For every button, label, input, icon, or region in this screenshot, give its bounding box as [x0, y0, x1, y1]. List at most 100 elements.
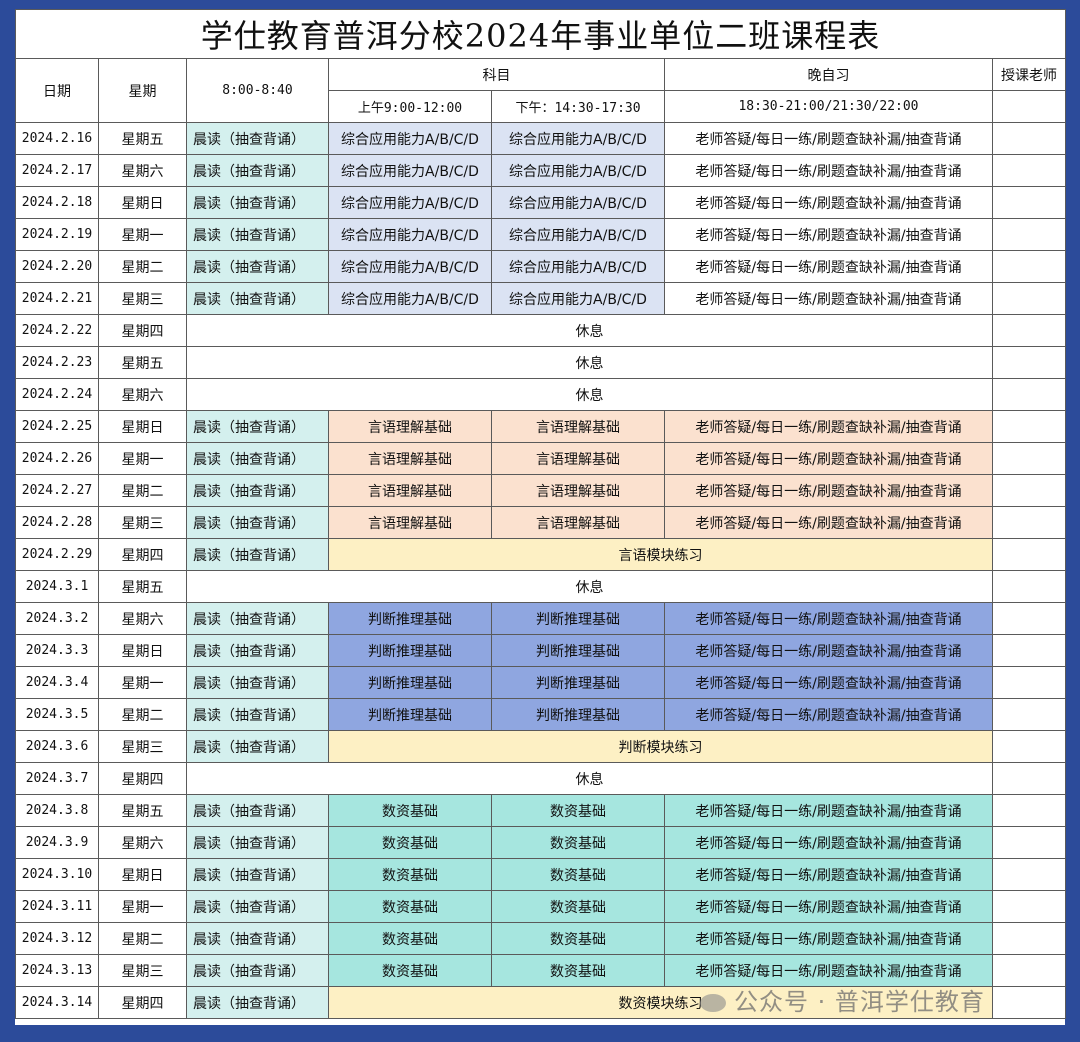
teacher-cell: [991, 538, 1067, 571]
teacher-cell: [991, 154, 1067, 187]
teacher-cell: [991, 986, 1067, 1019]
am-subject-cell: 判断推理基础: [328, 602, 492, 635]
am-subject-cell: 言语理解基础: [328, 506, 492, 539]
weekday-cell: 星期一: [98, 442, 187, 475]
date-cell: 2024.2.16: [15, 122, 99, 155]
weekday-cell: 星期二: [98, 474, 187, 507]
morning-reading-cell: 晨读（抽查背诵）: [186, 154, 329, 187]
pm-subject-cell: 数资基础: [491, 794, 665, 827]
teacher-cell: [991, 218, 1067, 251]
pm-subject-cell: 言语理解基础: [491, 410, 665, 443]
weekday-cell: 星期五: [98, 346, 187, 379]
morning-reading-cell: 晨读（抽查背诵）: [186, 442, 329, 475]
evening-study-cell: 老师答疑/每日一练/刷题查缺补漏/抽查背诵: [664, 250, 993, 283]
evening-study-cell: 老师答疑/每日一练/刷题查缺补漏/抽查背诵: [664, 858, 993, 891]
morning-reading-cell: 晨读（抽查背诵）: [186, 186, 329, 219]
pm-subject-cell: 数资基础: [491, 922, 665, 955]
table-row: 2024.2.28 星期三 晨读（抽查背诵） 言语理解基础 言语理解基础 老师答疑/每日一…: [15, 506, 1067, 539]
am-subject-cell: 判断推理基础: [328, 666, 492, 699]
weekday-cell: 星期日: [98, 634, 187, 667]
am-subject-cell: 数资基础: [328, 890, 492, 923]
am-subject-cell: 数资基础: [328, 954, 492, 987]
teacher-cell: [991, 762, 1067, 795]
evening-study-cell: 老师答疑/每日一练/刷题查缺补漏/抽查背诵: [664, 954, 993, 987]
date-cell: 2024.2.22: [15, 314, 99, 347]
teacher-cell: [991, 282, 1067, 315]
pm-subject-cell: 综合应用能力A/B/C/D: [491, 250, 665, 283]
teacher-cell: [991, 698, 1067, 731]
date-cell: 2024.2.20: [15, 250, 99, 283]
pm-subject-cell: 综合应用能力A/B/C/D: [491, 218, 665, 251]
table-row: 2024.2.22 星期四 休息: [15, 314, 1067, 347]
am-subject-cell: 数资基础: [328, 826, 492, 859]
rest-cell: 休息: [186, 570, 993, 603]
rest-cell: 休息: [186, 762, 993, 795]
morning-reading-cell: 晨读（抽查背诵）: [186, 730, 329, 763]
evening-study-cell: 老师答疑/每日一练/刷题查缺补漏/抽查背诵: [664, 218, 993, 251]
teacher-cell: [991, 730, 1067, 763]
morning-reading-cell: 晨读（抽查背诵）: [186, 666, 329, 699]
evening-study-cell: 老师答疑/每日一练/刷题查缺补漏/抽查背诵: [664, 282, 993, 315]
teacher-cell: [991, 570, 1067, 603]
date-cell: 2024.3.6: [15, 730, 99, 763]
weekday-cell: 星期三: [98, 954, 187, 987]
table-row: 2024.3.8 星期五 晨读（抽查背诵） 数资基础 数资基础 老师答疑/每日一练/刷题查…: [15, 794, 1067, 827]
date-cell: 2024.3.1: [15, 570, 99, 603]
evening-study-cell: 老师答疑/每日一练/刷题查缺补漏/抽查背诵: [664, 442, 993, 475]
rest-cell: 休息: [186, 346, 993, 379]
weekday-cell: 星期三: [98, 506, 187, 539]
table-row: 2024.3.7 星期四 休息: [15, 762, 1067, 795]
evening-study-cell: 老师答疑/每日一练/刷题查缺补漏/抽查背诵: [664, 698, 993, 731]
header-evening-time: 18:30-21:00/21:30/22:00: [664, 90, 993, 123]
weekday-cell: 星期六: [98, 826, 187, 859]
pm-subject-cell: 判断推理基础: [491, 666, 665, 699]
table-row: 2024.3.5 星期二 晨读（抽查背诵） 判断推理基础 判断推理基础 老师答疑/每日一练…: [15, 698, 1067, 731]
table-row: 2024.3.2 星期六 晨读（抽查背诵） 判断推理基础 判断推理基础 老师答疑/每日一练…: [15, 602, 1067, 635]
weekday-cell: 星期日: [98, 858, 187, 891]
pm-subject-cell: 数资基础: [491, 890, 665, 923]
header-early-time: 8:00-8:40: [186, 58, 329, 123]
date-cell: 2024.2.25: [15, 410, 99, 443]
header-subject: 科目: [328, 58, 665, 91]
pm-subject-cell: 综合应用能力A/B/C/D: [491, 186, 665, 219]
header-weekday: 星期: [98, 58, 187, 123]
am-subject-cell: 综合应用能力A/B/C/D: [328, 154, 492, 187]
am-subject-cell: 言语理解基础: [328, 410, 492, 443]
am-subject-cell: 判断推理基础: [328, 634, 492, 667]
teacher-cell: [991, 314, 1067, 347]
date-cell: 2024.3.8: [15, 794, 99, 827]
evening-study-cell: 老师答疑/每日一练/刷题查缺补漏/抽查背诵: [664, 186, 993, 219]
date-cell: 2024.2.27: [15, 474, 99, 507]
evening-study-cell: 老师答疑/每日一练/刷题查缺补漏/抽查背诵: [664, 602, 993, 635]
weekday-cell: 星期六: [98, 378, 187, 411]
morning-reading-cell: 晨读（抽查背诵）: [186, 282, 329, 315]
weekday-cell: 星期一: [98, 666, 187, 699]
table-row: 2024.3.13 星期三 晨读（抽查背诵） 数资基础 数资基础 老师答疑/每日一练/刷题…: [15, 954, 1067, 987]
weekday-cell: 星期四: [98, 538, 187, 571]
morning-reading-cell: 晨读（抽查背诵）: [186, 826, 329, 859]
teacher-cell: [991, 410, 1067, 443]
teacher-cell: [991, 954, 1067, 987]
morning-reading-cell: 晨读（抽查背诵）: [186, 218, 329, 251]
table-row: 2024.2.29 星期四 晨读（抽查背诵） 言语模块练习: [15, 538, 1067, 571]
am-subject-cell: 言语理解基础: [328, 442, 492, 475]
weekday-cell: 星期五: [98, 794, 187, 827]
weekday-cell: 星期日: [98, 186, 187, 219]
evening-study-cell: 老师答疑/每日一练/刷题查缺补漏/抽查背诵: [664, 634, 993, 667]
morning-reading-cell: 晨读（抽查背诵）: [186, 506, 329, 539]
pm-subject-cell: 数资基础: [491, 826, 665, 859]
table-row: 2024.3.6 星期三 晨读（抽查背诵） 判断模块练习: [15, 730, 1067, 763]
table-row: 2024.2.27 星期二 晨读（抽查背诵） 言语理解基础 言语理解基础 老师答疑/每日一…: [15, 474, 1067, 507]
am-subject-cell: 数资基础: [328, 858, 492, 891]
morning-reading-cell: 晨读（抽查背诵）: [186, 122, 329, 155]
morning-reading-cell: 晨读（抽查背诵）: [186, 602, 329, 635]
am-subject-cell: 综合应用能力A/B/C/D: [328, 250, 492, 283]
table-row: 2024.3.4 星期一 晨读（抽查背诵） 判断推理基础 判断推理基础 老师答疑/每日一练…: [15, 666, 1067, 699]
module-practice-cell: 言语模块练习: [328, 538, 993, 571]
pm-subject-cell: 数资基础: [491, 858, 665, 891]
header-date: 日期: [15, 58, 99, 123]
page-title: 学仕教育普洱分校2024年事业单位二班课程表: [14, 9, 1067, 59]
weekday-cell: 星期六: [98, 154, 187, 187]
weekday-cell: 星期五: [98, 122, 187, 155]
date-cell: 2024.3.14: [15, 986, 99, 1019]
